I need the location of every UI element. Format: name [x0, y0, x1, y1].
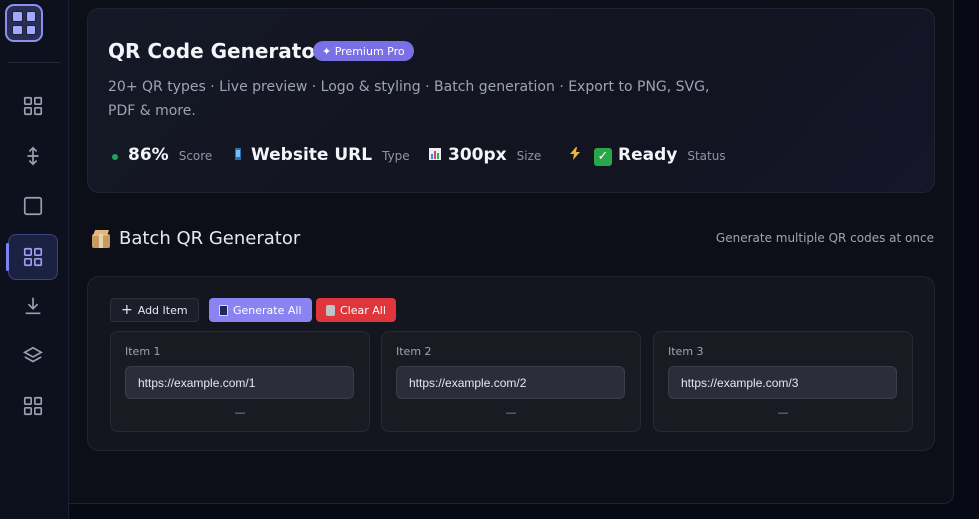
- phone-icon: [219, 304, 228, 316]
- download-icon: [25, 297, 41, 315]
- item-label: Item 1: [125, 345, 161, 358]
- clear-all-label: Clear All: [340, 303, 386, 317]
- sidebar-item-download[interactable]: [8, 284, 58, 328]
- section-title: Batch QR Generator: [119, 228, 301, 249]
- square-icon: [23, 196, 43, 216]
- grid-icon: [23, 96, 43, 116]
- stat-value: 86%: [128, 145, 169, 165]
- qr-placeholder: —: [505, 406, 517, 419]
- main-panel: QR Code Generator ✦ Premium Pro 20+ QR t…: [69, 0, 954, 504]
- sidebar-item-dashboard[interactable]: [8, 84, 58, 128]
- green-dot-icon: [108, 154, 122, 160]
- qr-placeholder: —: [234, 406, 246, 419]
- stat-value: 300px: [448, 145, 507, 165]
- sidebar: [0, 0, 69, 519]
- clear-all-button[interactable]: Clear All: [316, 298, 396, 322]
- sidebar-item-move[interactable]: [8, 134, 58, 178]
- section-subtitle: Generate multiple QR codes at once: [715, 231, 934, 245]
- grid-icon: [23, 247, 43, 267]
- add-item-button[interactable]: + Add Item: [110, 298, 199, 322]
- hero-card: QR Code Generator ✦ Premium Pro 20+ QR t…: [87, 8, 935, 193]
- stat-size: 300px Size: [428, 145, 541, 167]
- generate-all-button[interactable]: Generate All: [209, 298, 312, 322]
- stat-label: Score: [178, 149, 213, 163]
- section-heading: Batch QR Generator: [91, 228, 300, 249]
- add-item-label: Add Item: [137, 303, 188, 317]
- plus-icon: +: [121, 302, 133, 318]
- item-url-input[interactable]: [125, 366, 354, 399]
- layers-icon: [23, 346, 43, 363]
- stat-label: Type: [382, 149, 410, 163]
- lightning-icon: [568, 147, 582, 160]
- phone-icon: [231, 148, 245, 160]
- stat-label: Size: [516, 149, 542, 163]
- hero-description: 20+ QR types · Live preview · Logo & sty…: [108, 79, 710, 119]
- sidebar-divider: [8, 62, 60, 63]
- batch-item-card: Item 1 —: [110, 331, 370, 432]
- premium-badge: ✦ Premium Pro: [313, 41, 414, 61]
- sidebar-item-batch[interactable]: [6, 234, 58, 280]
- item-label: Item 2: [396, 345, 432, 358]
- check-icon: ✓: [594, 147, 612, 166]
- stat-value: Ready: [618, 145, 678, 165]
- batch-panel: + Add Item Generate All Clear All Item 1…: [87, 276, 935, 451]
- trash-icon: [326, 304, 335, 316]
- package-icon: [91, 229, 111, 249]
- sidebar-item-frame[interactable]: [8, 184, 58, 228]
- page-title: QR Code Generator: [108, 39, 325, 63]
- app-logo[interactable]: [5, 4, 43, 42]
- batch-item-card: Item 2 —: [381, 331, 641, 432]
- batch-item-card: Item 3 —: [653, 331, 913, 432]
- stat-value: Website URL: [251, 145, 373, 165]
- stat-status: ✓ Ready Status: [568, 145, 726, 167]
- bar-chart-icon: [428, 148, 442, 160]
- generate-all-label: Generate All: [233, 303, 302, 317]
- sidebar-item-layers[interactable]: [8, 334, 58, 378]
- item-label: Item 3: [668, 345, 704, 358]
- sidebar-item-apps[interactable]: [8, 384, 58, 428]
- item-url-input[interactable]: [396, 366, 625, 399]
- stat-label: Status: [687, 149, 726, 163]
- qr-placeholder: —: [777, 406, 789, 419]
- grid-icon: [23, 396, 43, 416]
- stat-type: Website URL Type: [231, 145, 410, 167]
- move-vertical-icon: [27, 146, 39, 166]
- stat-score: 86% Score: [108, 145, 212, 167]
- item-url-input[interactable]: [668, 366, 897, 399]
